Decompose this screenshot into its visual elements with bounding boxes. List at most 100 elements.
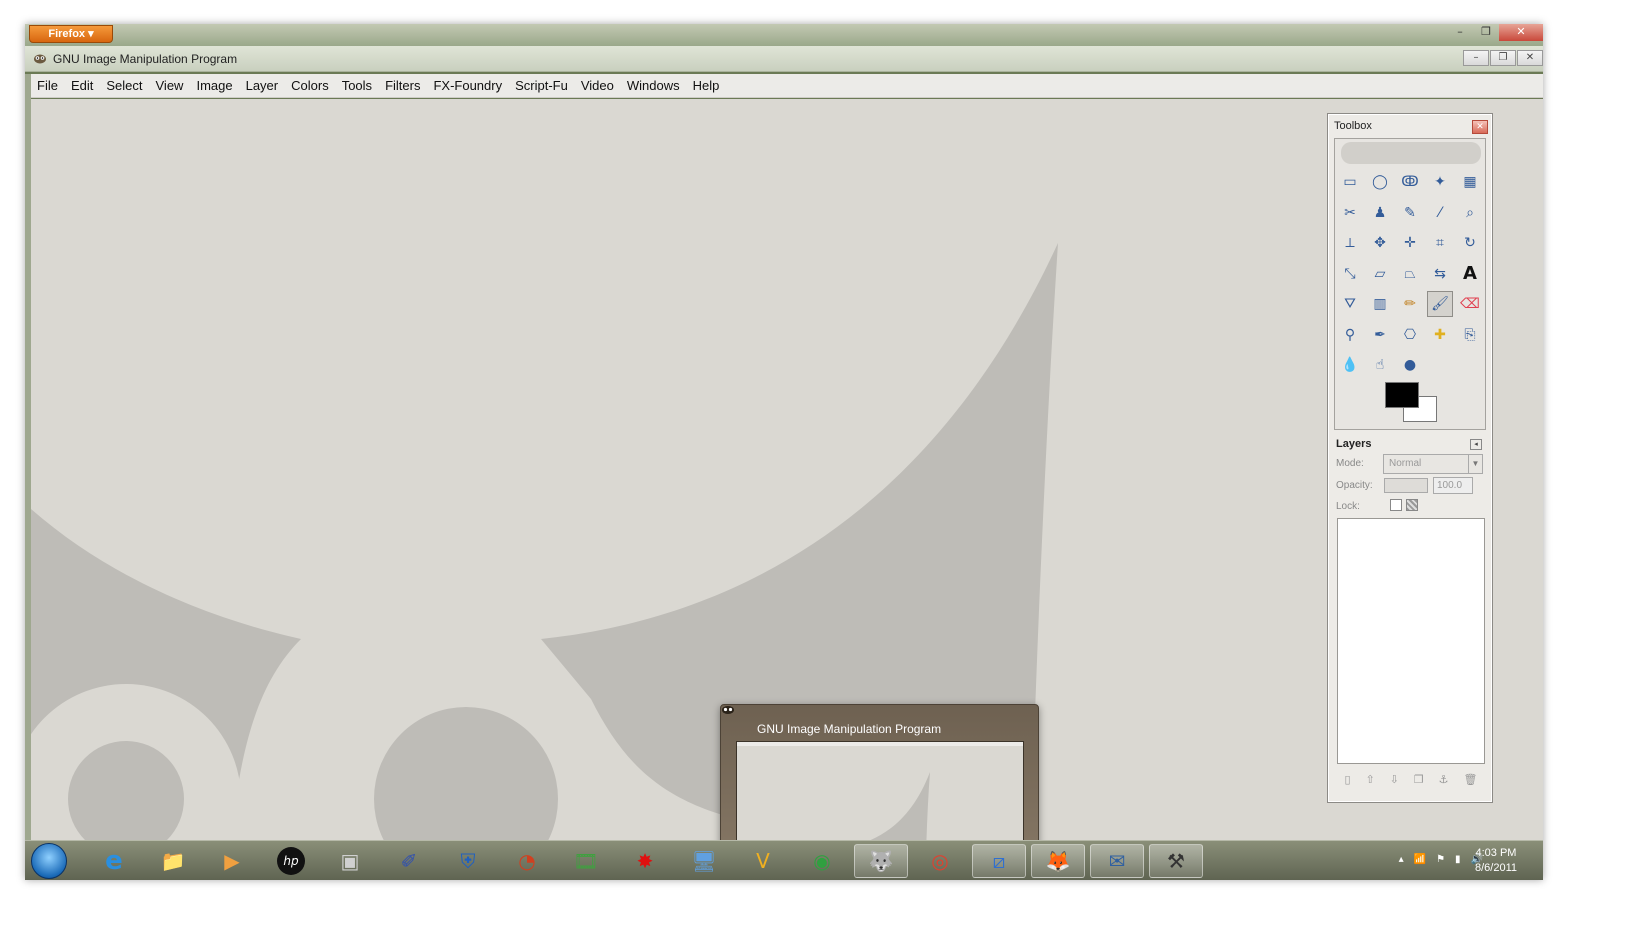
clone-icon[interactable]: ⎔ — [1397, 322, 1423, 348]
measure-icon[interactable]: ⟂ — [1337, 230, 1363, 256]
paths-icon[interactable]: ✎ — [1397, 200, 1423, 226]
raise-layer-icon[interactable]: ⇧ — [1365, 773, 1374, 786]
tools-app-icon[interactable]: ⚒ — [1149, 844, 1203, 878]
show-hidden-icons-icon[interactable]: ▴ — [1399, 854, 1404, 865]
toolbox-close-button[interactable]: ✕ — [1472, 120, 1488, 134]
action-center-flag-icon[interactable]: ⚑ — [1436, 854, 1445, 865]
perspective-icon[interactable]: ⏢ — [1397, 261, 1423, 287]
select-by-color-icon[interactable]: ▦ — [1457, 169, 1483, 195]
menu-fx-foundry[interactable]: FX-Foundry — [433, 78, 502, 93]
align-icon[interactable]: ✛ — [1397, 230, 1423, 256]
media-player-icon[interactable]: ▶ — [205, 844, 259, 878]
mode-select[interactable]: Normal ▼ — [1383, 454, 1483, 474]
gimp-icon[interactable]: 🐺 — [854, 844, 908, 878]
lower-layer-icon[interactable]: ⇩ — [1390, 773, 1399, 786]
virtual-pc-icon[interactable]: ▣ — [323, 844, 377, 878]
menu-colors[interactable]: Colors — [291, 78, 329, 93]
airbrush-icon[interactable]: ⚲ — [1337, 322, 1363, 348]
ellipse-select-icon[interactable]: ◯ — [1367, 169, 1393, 195]
foreground-color-swatch[interactable] — [1385, 382, 1419, 408]
new-layer-icon[interactable]: ▯ — [1344, 773, 1350, 786]
zoom-icon[interactable]: ⌕ — [1457, 200, 1483, 226]
crop-icon[interactable]: ⌗ — [1427, 230, 1453, 256]
start-button[interactable] — [31, 843, 67, 879]
hp-icon[interactable]: hp — [264, 844, 318, 878]
menu-edit[interactable]: Edit — [71, 78, 93, 93]
blur-sharpen-icon[interactable]: 💧 — [1337, 352, 1363, 378]
dodge-burn-icon[interactable]: ● — [1397, 352, 1423, 378]
firefox-menu-button[interactable]: Firefox ▾ — [29, 25, 113, 43]
menu-video[interactable]: Video — [581, 78, 614, 93]
foreground-select-icon[interactable]: ♟ — [1367, 200, 1393, 226]
layers-configure-icon[interactable]: ◂ — [1470, 439, 1482, 450]
ink-editor-icon[interactable]: ✐ — [382, 844, 436, 878]
battery-icon[interactable]: ▮ — [1455, 854, 1461, 865]
menu-view[interactable]: View — [156, 78, 184, 93]
menu-windows[interactable]: Windows — [627, 78, 680, 93]
duplicate-layer-icon[interactable]: ❐ — [1414, 773, 1424, 786]
file-explorer-icon[interactable]: 📁 — [146, 844, 200, 878]
scissors-select-icon[interactable]: ✂ — [1337, 200, 1363, 226]
wilber-drop-zone — [1341, 142, 1481, 164]
menu-select[interactable]: Select — [106, 78, 142, 93]
gimp-restore-button[interactable]: ❐ — [1490, 50, 1516, 66]
menu-tools[interactable]: Tools — [342, 78, 372, 93]
menu-layer[interactable]: Layer — [246, 78, 279, 93]
rect-select-icon[interactable]: ▭ — [1337, 169, 1363, 195]
layer-list[interactable] — [1337, 518, 1485, 764]
anchor-layer-icon[interactable]: ⚓ — [1439, 773, 1449, 786]
delete-layer-icon[interactable]: 🗑 — [1463, 773, 1477, 786]
gimp-minimize-button[interactable]: – — [1463, 50, 1489, 66]
move-icon[interactable]: ✥ — [1367, 230, 1393, 256]
shield-app-icon[interactable]: ⛨ — [441, 844, 495, 878]
splat-app-icon[interactable]: ✸ — [618, 844, 672, 878]
color-area[interactable] — [1385, 382, 1445, 426]
mode-value: Normal — [1389, 458, 1422, 469]
taskbar-preview-popup[interactable]: GNU Image Manipulation Program — [720, 704, 1039, 840]
ink-icon[interactable]: ✒ — [1367, 322, 1393, 348]
video-pro-icon[interactable]: 🎞 — [559, 844, 613, 878]
paintbrush-icon[interactable]: 🖌 — [1427, 291, 1453, 317]
perspective-clone-icon[interactable]: ⎘ — [1457, 322, 1483, 348]
v-app-icon[interactable]: V — [736, 844, 790, 878]
signal-icon[interactable]: 📶 — [1414, 854, 1426, 865]
image-canvas-area[interactable]: GNU Image Manipulation Program — [31, 99, 1543, 840]
lock-pixels-checkbox[interactable] — [1390, 499, 1402, 511]
thunderbird-icon[interactable]: ✉ — [1090, 844, 1144, 878]
remote-desktop-icon[interactable]: 🖥 — [677, 844, 731, 878]
chrome-icon[interactable]: ◎ — [913, 844, 967, 878]
internet-explorer-icon[interactable]: e — [87, 844, 141, 878]
menu-help[interactable]: Help — [693, 78, 720, 93]
pencil-icon[interactable]: ✏ — [1397, 291, 1423, 317]
opacity-slider[interactable] — [1384, 478, 1428, 493]
rotate-icon[interactable]: ↻ — [1457, 230, 1483, 256]
eraser-icon[interactable]: ⌫ — [1457, 291, 1483, 317]
app-stripe-icon[interactable]: ⧄ — [972, 844, 1026, 878]
menu-file[interactable]: File — [37, 78, 58, 93]
file-explorer-glyph: 📁 — [160, 849, 186, 873]
opacity-spinbox[interactable]: 100.0 — [1433, 477, 1473, 494]
camera-app-icon[interactable]: ◉ — [795, 844, 849, 878]
menu-filters[interactable]: Filters — [385, 78, 420, 93]
close-button[interactable]: ✕ — [1499, 24, 1543, 41]
firefox-icon[interactable]: 🦊 — [1031, 844, 1085, 878]
flip-icon[interactable]: ⇆ — [1427, 261, 1453, 287]
menu-script-fu[interactable]: Script-Fu — [515, 78, 568, 93]
fuzzy-select-icon[interactable]: ✦ — [1427, 169, 1453, 195]
smudge-icon[interactable]: ☝ — [1367, 352, 1393, 378]
lock-alpha-checkbox[interactable] — [1406, 499, 1418, 511]
gimp-close-button[interactable]: ✕ — [1517, 50, 1543, 66]
bucket-fill-icon[interactable]: ⛛ — [1337, 291, 1363, 317]
restore-button[interactable]: ❐ — [1473, 24, 1499, 41]
clock[interactable]: 4:03 PM 8/6/2011 — [1475, 846, 1517, 876]
text-icon[interactable]: A — [1457, 261, 1483, 287]
color-picker-icon[interactable]: ⁄ — [1427, 200, 1453, 226]
scale-icon[interactable]: ⤡ — [1337, 261, 1363, 287]
minimize-button[interactable]: – — [1447, 24, 1473, 41]
blend-icon[interactable]: ▥ — [1367, 291, 1393, 317]
shear-icon[interactable]: ▱ — [1367, 261, 1393, 287]
menu-image[interactable]: Image — [196, 78, 232, 93]
arc-app-icon[interactable]: ◔ — [500, 844, 554, 878]
heal-icon[interactable]: ✚ — [1427, 322, 1453, 348]
free-select-icon[interactable]: ↂ — [1397, 169, 1423, 195]
